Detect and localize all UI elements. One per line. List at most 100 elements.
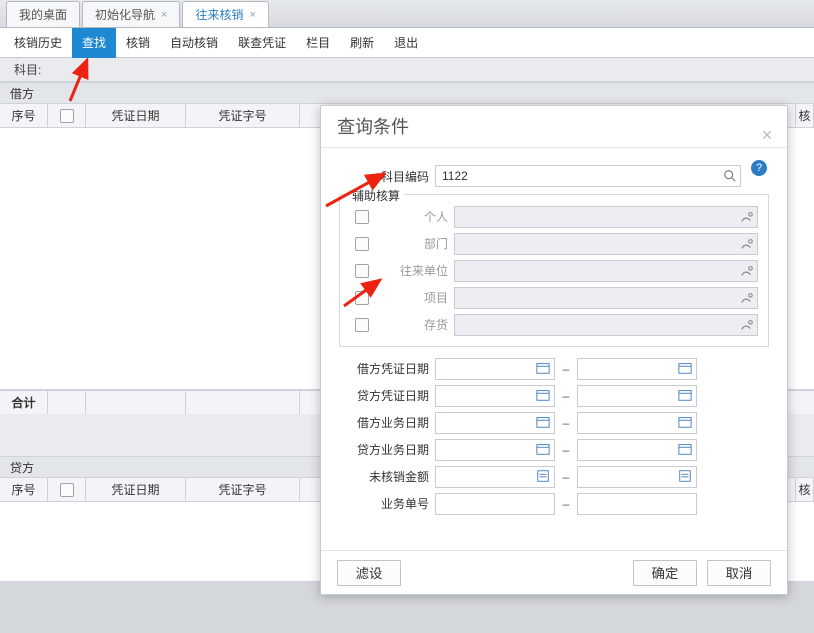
range-separator: – <box>555 389 577 403</box>
checkbox-icon[interactable] <box>355 237 369 251</box>
aux-row-project: 项目 <box>350 284 758 311</box>
query-dialog: 查询条件 × ? *科目编码 辅助核算 <box>320 105 788 595</box>
calendar-icon[interactable] <box>536 388 552 404</box>
debit-section-header: 借方 <box>0 82 814 104</box>
bizno-to-input[interactable] <box>577 493 697 515</box>
tab-label: 初始化导航 <box>95 2 155 28</box>
toolbar: 核销历史 查找 核销 自动核销 联查凭证 栏目 刷新 退出 <box>0 28 814 58</box>
aux-input-partner[interactable] <box>454 260 758 282</box>
checkbox-icon[interactable] <box>355 210 369 224</box>
col-seq: 序号 <box>0 478 48 501</box>
toolbar-history-button[interactable]: 核销历史 <box>4 28 72 58</box>
aux-row-person: 个人 <box>350 203 758 230</box>
range-label: 未核销金额 <box>339 468 435 485</box>
date-to-input[interactable] <box>577 439 697 461</box>
calendar-icon[interactable] <box>678 415 694 431</box>
range-label: 业务单号 <box>339 495 435 512</box>
col-date: 凭证日期 <box>86 104 186 127</box>
close-icon[interactable]: × <box>249 2 255 28</box>
amount-from-input[interactable] <box>435 466 555 488</box>
tab-label: 我的桌面 <box>19 2 67 28</box>
aux-label-project: 项目 <box>374 289 454 306</box>
aux-input-project[interactable] <box>454 287 758 309</box>
range-biz-no: 业务单号 – <box>339 490 769 517</box>
calc-icon[interactable] <box>536 469 552 485</box>
range-separator: – <box>555 416 577 430</box>
calendar-icon[interactable] <box>678 442 694 458</box>
sum-label: 合计 <box>0 391 48 414</box>
aux-label-partner: 往来单位 <box>374 262 454 279</box>
tab-reconcile[interactable]: 往来核销 × <box>182 1 268 27</box>
tab-desktop[interactable]: 我的桌面 <box>6 1 80 27</box>
col-seq: 序号 <box>0 104 48 127</box>
close-icon[interactable]: × <box>757 114 777 134</box>
calendar-icon[interactable] <box>536 442 552 458</box>
date-from-input[interactable] <box>435 412 555 434</box>
search-icon[interactable] <box>723 169 737 183</box>
col-checkbox[interactable] <box>48 478 86 501</box>
range-separator: – <box>555 470 577 484</box>
help-icon[interactable]: ? <box>751 160 767 176</box>
range-separator: – <box>555 497 577 511</box>
bizno-from-input[interactable] <box>435 493 555 515</box>
date-from-input[interactable] <box>435 385 555 407</box>
subject-code-field[interactable] <box>440 166 720 186</box>
range-label: 借方业务日期 <box>339 414 435 431</box>
range-label: 贷方凭证日期 <box>339 387 435 404</box>
checkbox-icon[interactable] <box>355 291 369 305</box>
range-credit-biz: 贷方业务日期 – <box>339 436 769 463</box>
calendar-icon[interactable] <box>678 361 694 377</box>
tab-bar: 我的桌面 初始化导航 × 往来核销 × <box>0 0 814 28</box>
tab-init-nav[interactable]: 初始化导航 × <box>82 1 180 27</box>
range-debit-biz: 借方业务日期 – <box>339 409 769 436</box>
range-debit-date: 借方凭证日期 – <box>339 355 769 382</box>
lookup-icon[interactable] <box>740 291 754 308</box>
col-voucher-num: 凭证字号 <box>186 104 300 127</box>
col-next: 核 <box>796 104 814 127</box>
toolbar-auto-button[interactable]: 自动核销 <box>160 28 228 58</box>
calendar-icon[interactable] <box>536 415 552 431</box>
calendar-icon[interactable] <box>678 388 694 404</box>
toolbar-voucher-button[interactable]: 联查凭证 <box>228 28 296 58</box>
range-credit-date: 贷方凭证日期 – <box>339 382 769 409</box>
range-separator: – <box>555 443 577 457</box>
checkbox-icon[interactable] <box>355 318 369 332</box>
subject-code-input[interactable] <box>435 165 741 187</box>
toolbar-verify-button[interactable]: 核销 <box>116 28 160 58</box>
lookup-icon[interactable] <box>740 264 754 281</box>
aux-input-inventory[interactable] <box>454 314 758 336</box>
date-from-input[interactable] <box>435 439 555 461</box>
toolbar-refresh-button[interactable]: 刷新 <box>340 28 384 58</box>
toolbar-exit-button[interactable]: 退出 <box>384 28 428 58</box>
date-to-input[interactable] <box>577 385 697 407</box>
aux-input-person[interactable] <box>454 206 758 228</box>
toolbar-column-button[interactable]: 栏目 <box>296 28 340 58</box>
lookup-icon[interactable] <box>740 237 754 254</box>
aux-legend: 辅助核算 <box>348 187 404 204</box>
lookup-icon[interactable] <box>740 210 754 227</box>
range-label: 贷方业务日期 <box>339 441 435 458</box>
aux-row-dept: 部门 <box>350 230 758 257</box>
aux-input-dept[interactable] <box>454 233 758 255</box>
range-label: 借方凭证日期 <box>339 360 435 377</box>
ok-button[interactable]: 确定 <box>633 560 697 586</box>
date-from-input[interactable] <box>435 358 555 380</box>
range-separator: – <box>555 362 577 376</box>
amount-to-input[interactable] <box>577 466 697 488</box>
col-checkbox[interactable] <box>48 104 86 127</box>
checkbox-icon[interactable] <box>60 109 74 123</box>
lookup-icon[interactable] <box>740 318 754 335</box>
toolbar-search-button[interactable]: 查找 <box>72 28 116 58</box>
date-to-input[interactable] <box>577 358 697 380</box>
checkbox-icon[interactable] <box>355 264 369 278</box>
calendar-icon[interactable] <box>536 361 552 377</box>
col-voucher-num: 凭证字号 <box>186 478 300 501</box>
date-to-input[interactable] <box>577 412 697 434</box>
filter-button[interactable]: 滤设 <box>337 560 401 586</box>
close-icon[interactable]: × <box>161 2 167 28</box>
col-date: 凭证日期 <box>86 478 186 501</box>
checkbox-icon[interactable] <box>60 483 74 497</box>
subject-code-label: *科目编码 <box>349 168 435 185</box>
calc-icon[interactable] <box>678 469 694 485</box>
cancel-button[interactable]: 取消 <box>707 560 771 586</box>
